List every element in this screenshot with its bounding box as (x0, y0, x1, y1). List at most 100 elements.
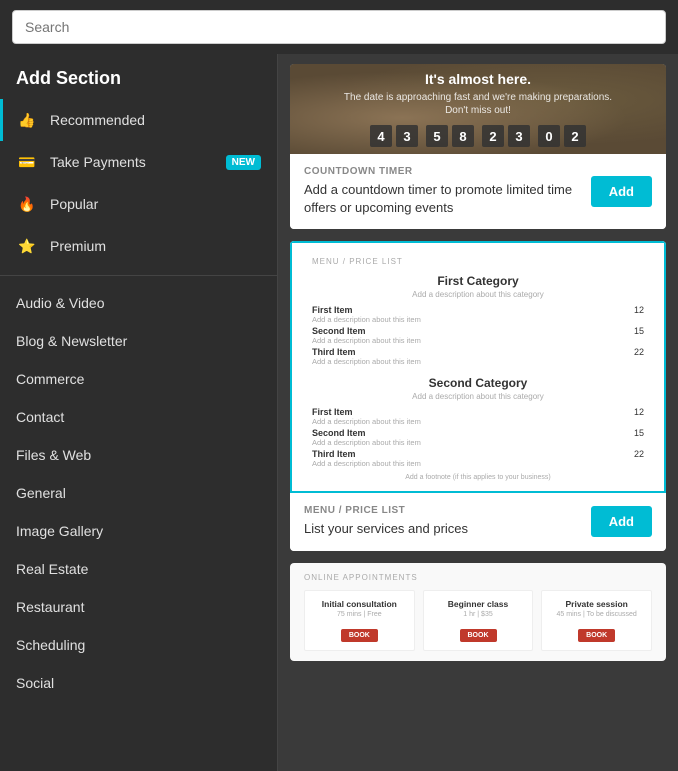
menu-preview: MENU / PRICE LIST First Category Add a d… (290, 241, 666, 493)
sidebar-divider (0, 275, 277, 276)
search-input[interactable] (12, 10, 666, 44)
menu-item-row: Second Item Add a description about this… (312, 428, 644, 447)
menu-item-row: Third Item Add a description about this … (312, 449, 644, 468)
sidebar-item-restaurant[interactable]: Restaurant (0, 588, 277, 626)
new-badge: NEW (226, 155, 261, 170)
appt-detail-1: 1 hr | $35 (432, 611, 525, 618)
sidebar-item-blog-newsletter[interactable]: Blog & Newsletter (0, 322, 277, 360)
countdown-label: COUNTDOWN TIMER (304, 166, 584, 177)
credit-card-icon: 💳 (16, 151, 38, 173)
countdown-info-text: COUNTDOWN TIMER Add a countdown timer to… (304, 166, 584, 217)
menu-spacer (312, 368, 644, 376)
menu-item-price: 12 (634, 305, 644, 324)
menu-item-row: Second Item Add a description about this… (312, 326, 644, 345)
appt-name-1: Beginner class (432, 599, 525, 609)
digit-3: 8 (452, 125, 474, 147)
menu-item-left: Second Item Add a description about this… (312, 428, 421, 447)
menu-item-row: First Item Add a description about this … (312, 407, 644, 426)
sidebar-item-social[interactable]: Social (0, 664, 277, 702)
menu-desc: List your services and prices (304, 520, 468, 538)
sidebar-item-premium[interactable]: ⭐ Premium (0, 225, 277, 267)
appt-card-2: Private session 45 mins | To be discusse… (541, 590, 652, 651)
appt-header-label: ONLINE APPOINTMENTS (304, 573, 652, 582)
menu-item-name: Second Item (312, 326, 421, 336)
sidebar: Add Section 👍 Recommended 💳 Take Payment… (0, 54, 278, 771)
menu-item-name: Third Item (312, 347, 421, 357)
countdown-digits: 4 3 5 8 2 3 0 2 (370, 125, 586, 147)
sidebar-item-commerce[interactable]: Commerce (0, 360, 277, 398)
sidebar-item-scheduling[interactable]: Scheduling (0, 626, 277, 664)
menu-item-price: 15 (634, 326, 644, 345)
menu-item-name: Third Item (312, 449, 421, 459)
countdown-desc: Add a countdown timer to promote limited… (304, 181, 584, 217)
menu-category-1-desc: Add a description about this category (312, 290, 644, 299)
menu-item-left: Third Item Add a description about this … (312, 347, 421, 366)
countdown-content: It's almost here. The date is approachin… (338, 71, 618, 147)
sidebar-item-image-gallery[interactable]: Image Gallery (0, 512, 277, 550)
appt-cards: Initial consultation 75 mins | Free BOOK… (304, 590, 652, 651)
appt-detail-2: 45 mins | To be discussed (550, 611, 643, 618)
sidebar-item-popular[interactable]: 🔥 Popular (0, 183, 277, 225)
sidebar-item-audio-video[interactable]: Audio & Video (0, 284, 277, 322)
sidebar-item-recommended[interactable]: 👍 Recommended (0, 99, 277, 141)
menu-item-desc: Add a description about this item (312, 357, 421, 366)
appt-book-btn-1[interactable]: BOOK (460, 629, 497, 642)
countdown-add-button[interactable]: Add (591, 176, 652, 207)
menu-info: MENU / PRICE LIST List your services and… (290, 493, 666, 550)
appointments-card: ONLINE APPOINTMENTS Initial consultation… (290, 563, 666, 661)
menu-item-desc: Add a description about this item (312, 417, 421, 426)
sidebar-item-take-payments[interactable]: 💳 Take Payments NEW (0, 141, 277, 183)
digit-2: 5 (426, 125, 448, 147)
countdown-info: COUNTDOWN TIMER Add a countdown timer to… (290, 154, 666, 229)
star-icon: ⭐ (16, 235, 38, 257)
menu-item-left: First Item Add a description about this … (312, 407, 421, 426)
menu-item-name: First Item (312, 305, 421, 315)
sidebar-item-general[interactable]: General (0, 474, 277, 512)
digit-4: 2 (482, 125, 504, 147)
appt-card-0: Initial consultation 75 mins | Free BOOK (304, 590, 415, 651)
menu-item-row: Third Item Add a description about this … (312, 347, 644, 366)
appt-card-1: Beginner class 1 hr | $35 BOOK (423, 590, 534, 651)
menu-item-left: First Item Add a description about this … (312, 305, 421, 324)
menu-preview-label: MENU / PRICE LIST (312, 257, 644, 266)
appt-name-0: Initial consultation (313, 599, 406, 609)
digit-6: 0 (538, 125, 560, 147)
countdown-card: It's almost here. The date is approachin… (290, 64, 666, 229)
main-layout: Add Section 👍 Recommended 💳 Take Payment… (0, 54, 678, 771)
menu-item-left: Third Item Add a description about this … (312, 449, 421, 468)
sidebar-item-real-estate[interactable]: Real Estate (0, 550, 277, 588)
content-area: It's almost here. The date is approachin… (278, 54, 678, 771)
sidebar-item-files-web[interactable]: Files & Web (0, 436, 277, 474)
countdown-preview-title: It's almost here. (425, 71, 531, 87)
sidebar-label-take-payments: Take Payments (50, 154, 146, 170)
appt-name-2: Private session (550, 599, 643, 609)
digit-7: 2 (564, 125, 586, 147)
fire-icon: 🔥 (16, 193, 38, 215)
menu-item-desc: Add a description about this item (312, 336, 421, 345)
menu-item-price: 22 (634, 449, 644, 468)
sidebar-label-popular: Popular (50, 196, 98, 212)
countdown-preview: It's almost here. The date is approachin… (290, 64, 666, 154)
menu-item-name: First Item (312, 407, 421, 417)
appt-book-btn-2[interactable]: BOOK (578, 629, 615, 642)
menu-item-row: First Item Add a description about this … (312, 305, 644, 324)
sidebar-label-recommended: Recommended (50, 112, 145, 128)
appt-book-btn-0[interactable]: BOOK (341, 629, 378, 642)
menu-info-text: MENU / PRICE LIST List your services and… (304, 505, 468, 538)
menu-item-price: 12 (634, 407, 644, 426)
menu-item-name: Second Item (312, 428, 421, 438)
menu-item-price: 15 (634, 428, 644, 447)
digit-0: 4 (370, 125, 392, 147)
sidebar-item-contact[interactable]: Contact (0, 398, 277, 436)
appointments-preview: ONLINE APPOINTMENTS Initial consultation… (290, 563, 666, 661)
thumb-up-icon: 👍 (16, 109, 38, 131)
menu-item-desc: Add a description about this item (312, 438, 421, 447)
menu-category-2-name: Second Category (312, 376, 644, 390)
menu-item-price: 22 (634, 347, 644, 366)
search-bar (0, 0, 678, 54)
menu-item-left: Second Item Add a description about this… (312, 326, 421, 345)
menu-add-button[interactable]: Add (591, 506, 652, 537)
digit-5: 3 (508, 125, 530, 147)
appt-detail-0: 75 mins | Free (313, 611, 406, 618)
digit-1: 3 (396, 125, 418, 147)
